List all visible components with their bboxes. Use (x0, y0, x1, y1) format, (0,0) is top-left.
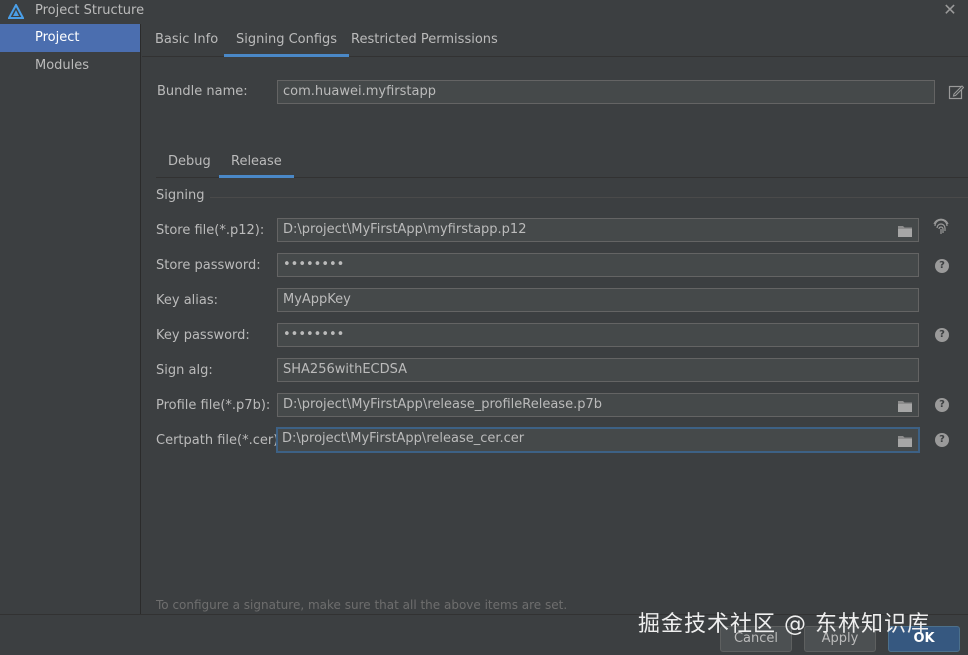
tab-release[interactable]: Release (219, 150, 294, 178)
top-tab-bar: Basic Info Signing Configs Restricted Pe… (142, 24, 968, 57)
sidebar-item-modules[interactable]: Modules (0, 52, 140, 80)
folder-icon[interactable] (897, 434, 913, 448)
main-content: Basic Info Signing Configs Restricted Pe… (142, 24, 968, 614)
key-password-label: Key password: (156, 328, 250, 343)
hint-text: To configure a signature, make sure that… (156, 598, 568, 612)
certpath-file-label: Certpath file(*.cer): (156, 433, 283, 448)
profile-file-label: Profile file(*.p7b): (156, 398, 271, 413)
close-icon[interactable]: ✕ (942, 2, 958, 18)
sidebar: Project Modules (0, 24, 141, 614)
key-alias-label: Key alias: (156, 293, 219, 308)
watermark-text: 掘金技术社区 @ 东林知识库 (638, 612, 930, 637)
help-icon[interactable]: ? (935, 398, 949, 412)
window-title: Project Structure (35, 3, 145, 18)
store-file-label: Store file(*.p12): (156, 223, 265, 238)
help-icon[interactable]: ? (935, 259, 949, 273)
section-divider (210, 197, 968, 198)
store-file-field[interactable]: D:\project\MyFirstApp\myfirstapp.p12 (277, 218, 919, 242)
signing-panel: Bundle name: com.huawei.myfirstapp Debug… (142, 58, 968, 614)
title-bar: Project Structure ✕ (0, 0, 968, 24)
signing-section-title: Signing (156, 188, 205, 203)
help-icon[interactable]: ? (935, 433, 949, 447)
fingerprint-icon[interactable] (932, 218, 950, 236)
key-alias-field[interactable]: MyAppKey (277, 288, 919, 312)
folder-icon[interactable] (897, 224, 913, 238)
key-password-field[interactable]: •••••••• (277, 323, 919, 347)
bundle-name-label: Bundle name: (157, 84, 248, 99)
app-logo-icon (8, 4, 24, 19)
edit-icon[interactable] (948, 84, 964, 100)
store-password-field[interactable]: •••••••• (277, 253, 919, 277)
tab-basic-info[interactable]: Basic Info (143, 24, 230, 57)
store-password-label: Store password: (156, 258, 261, 273)
certpath-file-field[interactable]: D:\project\MyFirstApp\release_cer.cer (276, 427, 920, 453)
help-icon[interactable]: ? (935, 328, 949, 342)
sign-alg-field[interactable]: SHA256withECDSA (277, 358, 919, 382)
tab-signing-configs[interactable]: Signing Configs (224, 24, 350, 57)
sub-tab-bar: Debug Release (156, 150, 968, 178)
tab-restricted-permissions[interactable]: Restricted Permissions (339, 24, 510, 57)
profile-file-field[interactable]: D:\project\MyFirstApp\release_profileRel… (277, 393, 919, 417)
bundle-name-field[interactable]: com.huawei.myfirstapp (277, 80, 935, 104)
folder-icon[interactable] (897, 399, 913, 413)
sidebar-item-project[interactable]: Project (0, 24, 140, 52)
tab-debug[interactable]: Debug (156, 150, 223, 178)
sign-alg-label: Sign alg: (156, 363, 213, 378)
